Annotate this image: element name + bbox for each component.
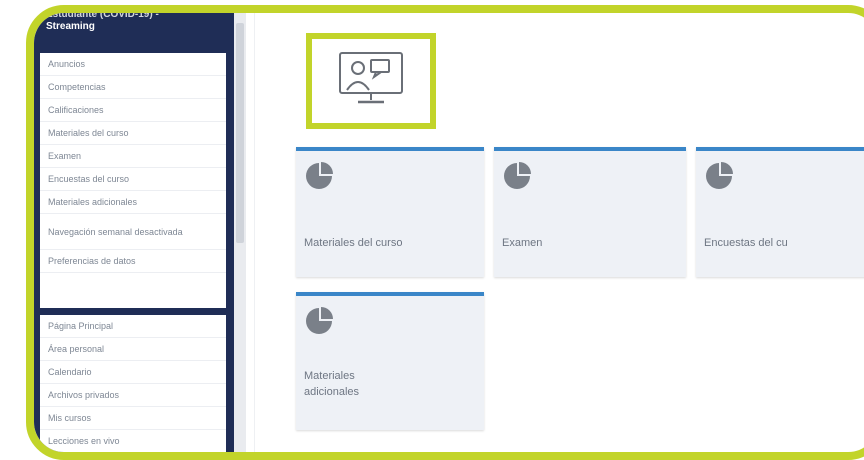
sidebar: Estudiante (COVID-19) - Streaming Anunci… bbox=[34, 13, 234, 452]
main-menu: Página Principal Área personal Calendari… bbox=[40, 315, 226, 452]
sidebar-item-adicionales[interactable]: Materiales adicionales bbox=[40, 191, 226, 214]
sidebar-item-encuestas[interactable]: Encuestas del curso bbox=[40, 168, 226, 191]
course-title-top: Estudiante (COVID-19) - bbox=[46, 13, 159, 20]
sidebar-item-lecciones[interactable]: Lecciones en vivo bbox=[40, 430, 226, 452]
card-label: Examen bbox=[502, 237, 543, 249]
course-menu: Anuncios Competencias Calificaciones Mat… bbox=[40, 53, 226, 308]
sidebar-item-calendario[interactable]: Calendario bbox=[40, 361, 226, 384]
pie-chart-icon bbox=[502, 161, 532, 196]
sidebar-item-preferencias[interactable]: Preferencias de datos bbox=[40, 250, 226, 273]
sidebar-item-area-personal[interactable]: Área personal bbox=[40, 338, 226, 361]
scrollbar-thumb[interactable] bbox=[236, 23, 244, 243]
card-label: Materiales del curso bbox=[304, 237, 403, 249]
sidebar-item-anuncios[interactable]: Anuncios bbox=[40, 53, 226, 76]
card-label: Encuestas del cu bbox=[704, 237, 788, 249]
card-materiales-del-curso[interactable]: Materiales del curso bbox=[296, 147, 484, 277]
pie-chart-icon bbox=[704, 161, 734, 196]
card-label-line1: Materiales bbox=[304, 370, 355, 382]
sidebar-item-archivos[interactable]: Archivos privados bbox=[40, 384, 226, 407]
card-label-line2: adicionales bbox=[304, 386, 360, 398]
sidebar-item-materiales[interactable]: Materiales del curso bbox=[40, 122, 226, 145]
sidebar-scrollbar[interactable] bbox=[234, 13, 246, 452]
course-title[interactable]: Estudiante (COVID-19) - Streaming bbox=[40, 13, 230, 47]
card-examen[interactable]: Examen bbox=[494, 147, 686, 277]
sidebar-item-examen[interactable]: Examen bbox=[40, 145, 226, 168]
pie-chart-icon bbox=[304, 161, 334, 196]
video-call-monitor-icon bbox=[336, 50, 406, 113]
sidebar-item-calificaciones[interactable]: Calificaciones bbox=[40, 99, 226, 122]
sidebar-item-navegacion[interactable]: Navegación semanal desactivada bbox=[40, 214, 226, 250]
sidebar-item-pagina-principal[interactable]: Página Principal bbox=[40, 315, 226, 338]
pie-chart-icon bbox=[304, 306, 334, 341]
content-divider bbox=[254, 13, 255, 452]
course-title-main: Streaming bbox=[46, 21, 95, 32]
card-encuestas-del-curso[interactable]: Encuestas del cu bbox=[696, 147, 864, 277]
sidebar-item-mis-cursos[interactable]: Mis cursos bbox=[40, 407, 226, 430]
highlight-frame: Estudiante (COVID-19) - Streaming Anunci… bbox=[26, 5, 864, 460]
hero-image bbox=[306, 33, 436, 129]
sidebar-item-competencias[interactable]: Competencias bbox=[40, 76, 226, 99]
card-materiales-adicionales[interactable]: Materiales adicionales bbox=[296, 292, 484, 430]
